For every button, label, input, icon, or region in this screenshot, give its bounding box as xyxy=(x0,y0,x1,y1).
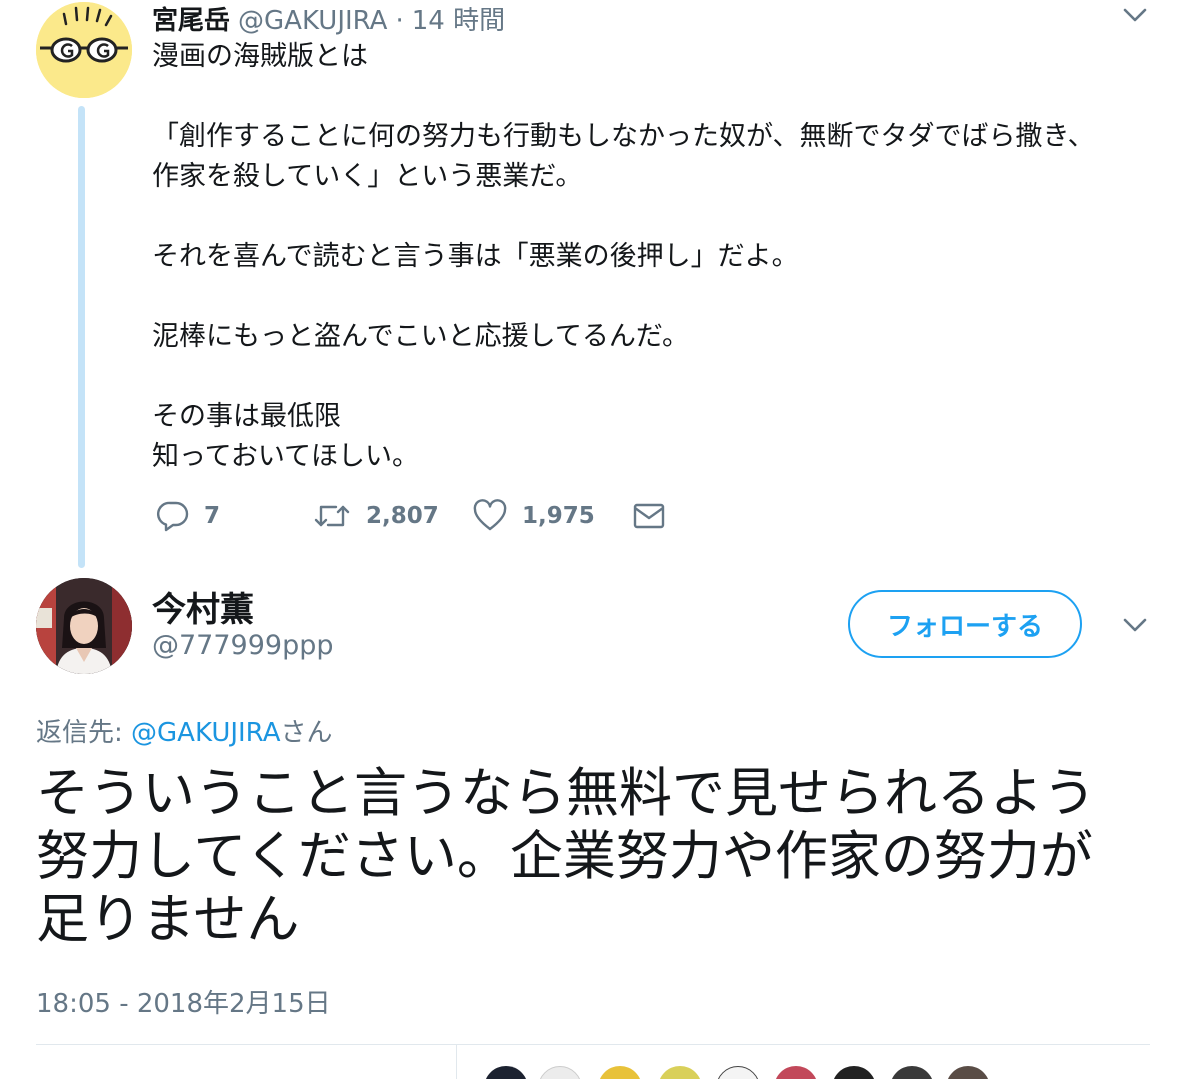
like-button[interactable]: 1,975 xyxy=(472,498,632,534)
reply-icon xyxy=(157,501,189,532)
parent-author-handle[interactable]: @GAKUJIRA xyxy=(238,6,387,36)
liker-avatar[interactable] xyxy=(890,1066,934,1079)
parent-text-line: それを喜んで読むと言う事は「悪業の後押し」だよ。 xyxy=(152,241,799,272)
parent-avatar[interactable] xyxy=(36,2,132,98)
heart-icon xyxy=(473,499,507,531)
chevron-down-icon[interactable] xyxy=(1122,616,1148,634)
parent-tweet-header: 宮尾岳 @GAKUJIRA · 14 時間 xyxy=(152,0,505,37)
reply-button[interactable]: 7 xyxy=(156,498,312,534)
reply-to-context: 返信先: @GAKUJIRAさん xyxy=(36,712,333,749)
parent-text-line: 漫画の海賊版とは xyxy=(152,41,368,72)
main-text-line: そういうこと言うなら無料で見せられるよう xyxy=(36,763,1096,824)
main-avatar[interactable] xyxy=(36,578,132,674)
liker-avatar[interactable] xyxy=(716,1066,760,1079)
liker-avatar[interactable] xyxy=(946,1066,990,1079)
reply-to-suffix: さん xyxy=(280,718,333,748)
parent-text-line: 「創作することに何の努力も行動もしなかった奴が、無断でタダでばら撒き、 xyxy=(152,121,1095,152)
main-text-line: 足りません xyxy=(36,889,300,950)
parent-author-name[interactable]: 宮尾岳 xyxy=(152,0,230,37)
liker-avatar[interactable] xyxy=(538,1066,582,1079)
retweet-count: 2,807 xyxy=(366,503,439,529)
liker-avatar[interactable] xyxy=(658,1066,702,1079)
direct-message-button[interactable] xyxy=(632,498,666,534)
retweet-icon xyxy=(314,505,350,527)
liker-avatar[interactable] xyxy=(832,1066,876,1079)
reply-to-prefix: 返信先: xyxy=(36,718,132,748)
liker-avatar[interactable] xyxy=(774,1066,818,1079)
reply-count: 7 xyxy=(204,503,221,529)
thread-connector-line xyxy=(78,106,85,568)
main-author-name[interactable]: 今村薫 xyxy=(152,582,254,631)
divider xyxy=(36,1044,1150,1045)
separator-dot: · xyxy=(395,6,404,36)
main-text-line: 努力してください。企業努力や作家の努力が xyxy=(36,826,1093,887)
retweet-button[interactable]: 2,807 xyxy=(312,498,472,534)
glasses-face-icon xyxy=(36,2,132,98)
parent-tweet-time[interactable]: 14 時間 xyxy=(412,0,505,37)
liker-avatar[interactable] xyxy=(484,1066,528,1079)
mail-icon xyxy=(633,503,665,529)
parent-text-line: 泥棒にもっと盗んでこいと応援してるんだ。 xyxy=(152,321,690,352)
main-tweet-text: そういうこと言うなら無料で見せられるよう 努力してください。企業努力や作家の努力… xyxy=(36,762,1166,951)
parent-text-line: その事は最低限 xyxy=(152,401,341,432)
parent-tweet-actions: 7 2,807 1,975 xyxy=(156,498,666,534)
liker-avatar[interactable] xyxy=(598,1066,642,1079)
chevron-down-icon[interactable] xyxy=(1122,6,1148,24)
main-author-handle[interactable]: @777999ppp xyxy=(152,630,334,661)
parent-text-line: 作家を殺していく」という悪業だ。 xyxy=(152,161,583,192)
avatar-photo-icon xyxy=(36,578,132,674)
follow-button[interactable]: フォローする xyxy=(848,590,1082,658)
stats-divider xyxy=(456,1045,457,1079)
tweet-timestamp[interactable]: 18:05 - 2018年2月15日 xyxy=(36,983,331,1020)
parent-tweet-text: 漫画の海賊版とは 「創作することに何の努力も行動もしなかった奴が、無断でタダでば… xyxy=(152,37,1152,477)
parent-text-line: 知っておいてほしい。 xyxy=(152,441,420,472)
like-count: 1,975 xyxy=(522,503,595,529)
reply-to-mention-link[interactable]: @GAKUJIRA xyxy=(131,718,280,748)
